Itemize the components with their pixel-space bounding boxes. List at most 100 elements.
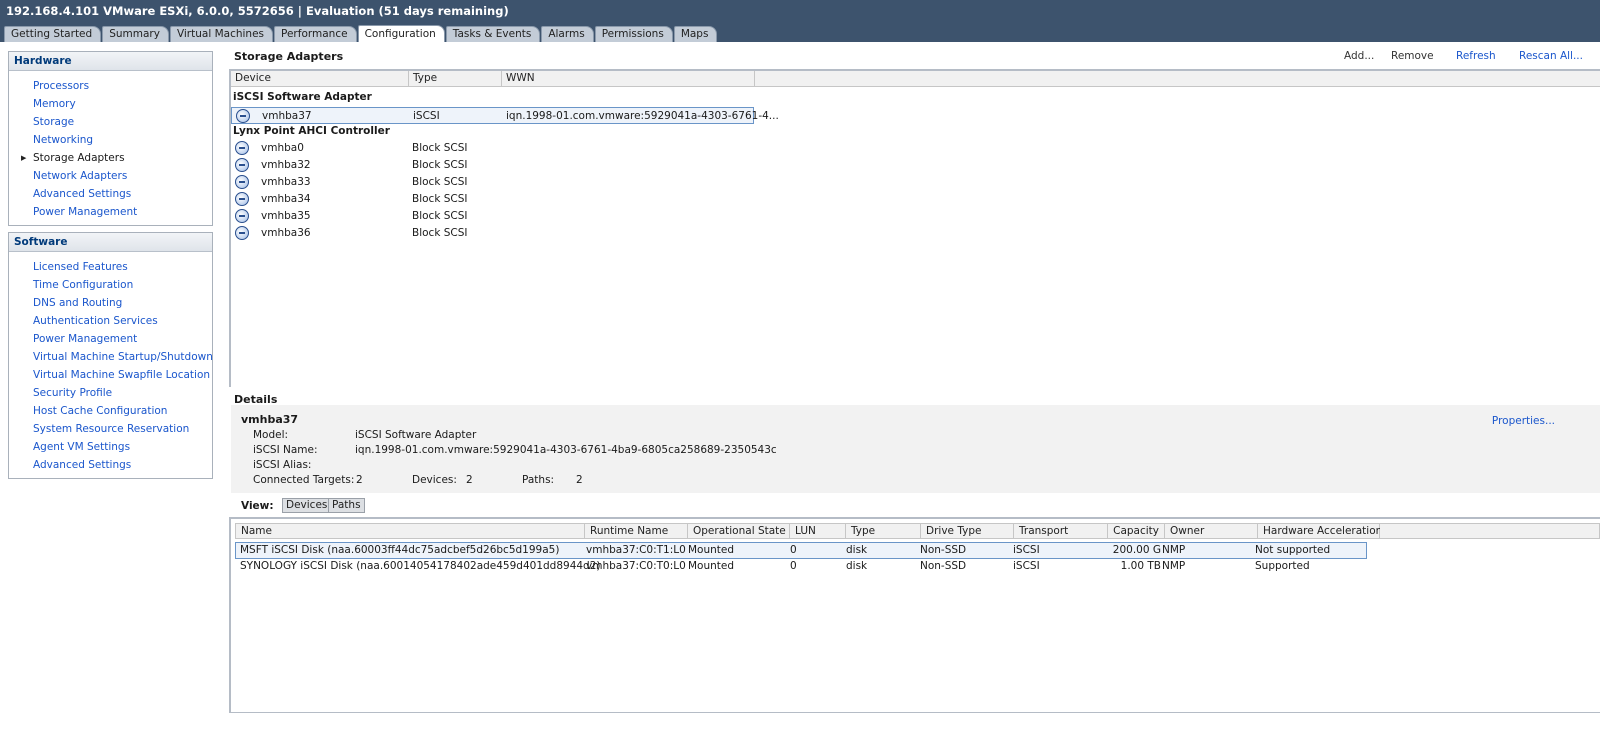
column-header-drive-type[interactable]: Drive Type — [921, 523, 1014, 539]
sidebar-item-power-management[interactable]: Power Management — [9, 203, 212, 221]
tab-maps[interactable]: Maps — [673, 26, 718, 42]
sidebar-item-vm-swapfile-location[interactable]: Virtual Machine Swapfile Location — [9, 366, 212, 384]
adapter-device: vmhba36 — [261, 227, 311, 239]
column-header-operational-state[interactable]: Operational State — [688, 523, 790, 539]
view-paths-button[interactable]: Paths — [328, 498, 365, 513]
tab-configuration[interactable]: Configuration — [357, 25, 445, 42]
devices-count-label: Devices: — [412, 474, 457, 486]
column-header-capacity[interactable]: Capacity — [1108, 523, 1165, 539]
column-header-wwn[interactable]: WWN — [502, 71, 755, 87]
device-lun: 0 — [790, 544, 797, 556]
column-header-runtime-name[interactable]: Runtime Name — [585, 523, 688, 539]
sidebar-item-licensed-features[interactable]: Licensed Features — [9, 258, 212, 276]
column-header-owner[interactable]: Owner — [1165, 523, 1258, 539]
adapter-device: vmhba33 — [261, 176, 311, 188]
sidebar-item-security-profile[interactable]: Security Profile — [9, 384, 212, 402]
view-toggle-bar: View: Devices Paths — [231, 497, 1600, 517]
sidebar-item-authentication-services[interactable]: Authentication Services — [9, 312, 212, 330]
storage-adapter-icon — [235, 158, 249, 172]
tab-strip: Getting Started Summary Virtual Machines… — [4, 25, 718, 42]
adapter-device: vmhba32 — [261, 159, 311, 171]
selected-arrow-icon: ▶ — [21, 154, 27, 162]
hardware-section: Hardware Processors Memory Storage Netwo… — [8, 51, 213, 226]
device-drive-type: Non-SSD — [920, 560, 967, 572]
sidebar-item-dns-routing[interactable]: DNS and Routing — [9, 294, 212, 312]
device-runtime-name: vmhba37:C0:T0:L0 — [586, 560, 686, 572]
column-header-transport[interactable]: Transport — [1014, 523, 1108, 539]
device-hardware-acceleration: Not supported — [1255, 544, 1331, 556]
sidebar-item-agent-vm-settings[interactable]: Agent VM Settings — [9, 438, 212, 456]
sidebar-item-network-adapters[interactable]: Network Adapters — [9, 167, 212, 185]
device-row[interactable]: MSFT iSCSI Disk (naa.60003ff44dc75adcbef… — [235, 542, 1367, 559]
sidebar-item-processors[interactable]: Processors — [9, 77, 212, 95]
tab-virtual-machines[interactable]: Virtual Machines — [169, 26, 274, 42]
sidebar-item-advanced-settings[interactable]: Advanced Settings — [9, 185, 212, 203]
adapter-row-vmhba35[interactable]: vmhba35 Block SCSI — [231, 208, 754, 225]
connected-targets-value: 2 — [356, 474, 363, 486]
sidebar-item-label: Storage Adapters — [33, 152, 125, 164]
device-owner: NMP — [1162, 560, 1186, 572]
title-bar: 192.168.4.101 VMware ESXi, 6.0.0, 557265… — [0, 0, 1600, 42]
paths-count-label: Paths: — [522, 474, 555, 486]
model-label: Model: — [253, 429, 289, 441]
column-header-filler — [1380, 523, 1600, 539]
adapter-type: Block SCSI — [412, 159, 468, 171]
sidebar-item-storage[interactable]: Storage — [9, 113, 212, 131]
device-hardware-acceleration: Supported — [1255, 560, 1310, 572]
column-header-lun[interactable]: LUN — [790, 523, 846, 539]
tab-tasks-events[interactable]: Tasks & Events — [445, 26, 541, 42]
adapter-row-vmhba34[interactable]: vmhba34 Block SCSI — [231, 191, 754, 208]
storage-adapter-icon — [235, 141, 249, 155]
sidebar-item-system-resource-reservation[interactable]: System Resource Reservation — [9, 420, 212, 438]
device-name: SYNOLOGY iSCSI Disk (naa.60014054178402a… — [240, 560, 601, 572]
details-adapter-name: vmhba37 — [241, 413, 299, 426]
adapter-wwn: iqn.1998-01.com.vmware:5929041a-4303-676… — [506, 110, 779, 122]
add-button[interactable]: Add... — [1344, 50, 1374, 62]
refresh-button[interactable]: Refresh — [1456, 50, 1496, 62]
adapter-row-vmhba36[interactable]: vmhba36 Block SCSI — [231, 225, 754, 242]
devices-table: Name Runtime Name Operational State LUN … — [229, 517, 1600, 713]
adapter-row-vmhba33[interactable]: vmhba33 Block SCSI — [231, 174, 754, 191]
properties-link[interactable]: Properties... — [1492, 415, 1555, 427]
view-devices-button[interactable]: Devices — [282, 498, 332, 513]
tab-alarms[interactable]: Alarms — [541, 26, 594, 42]
device-operational-state: Mounted — [688, 560, 735, 572]
tab-performance[interactable]: Performance — [274, 26, 357, 42]
column-header-type[interactable]: Type — [846, 523, 921, 539]
adapter-type: Block SCSI — [412, 210, 468, 222]
column-header-type[interactable]: Type — [409, 71, 502, 87]
column-header-device[interactable]: Device — [231, 71, 409, 87]
adapter-device: vmhba0 — [261, 142, 304, 154]
tab-summary[interactable]: Summary — [102, 26, 169, 42]
adapter-type: Block SCSI — [412, 227, 468, 239]
adapter-row-vmhba0[interactable]: vmhba0 Block SCSI — [231, 140, 754, 157]
sidebar-item-time-configuration[interactable]: Time Configuration — [9, 276, 212, 294]
tab-getting-started[interactable]: Getting Started — [4, 26, 102, 42]
device-type: disk — [846, 560, 868, 572]
sidebar-item-memory[interactable]: Memory — [9, 95, 212, 113]
remove-button[interactable]: Remove — [1391, 50, 1434, 62]
sidebar-item-networking[interactable]: Networking — [9, 131, 212, 149]
iscsi-alias-label: iSCSI Alias: — [253, 459, 312, 471]
rescan-all-button[interactable]: Rescan All... — [1519, 50, 1583, 62]
device-row[interactable]: SYNOLOGY iSCSI Disk (naa.60014054178402a… — [235, 559, 1367, 576]
view-label: View: — [241, 500, 274, 512]
tab-permissions[interactable]: Permissions — [594, 26, 673, 42]
adapter-row-vmhba32[interactable]: vmhba32 Block SCSI — [231, 157, 754, 174]
adapter-device: vmhba35 — [261, 210, 311, 222]
storage-adapter-icon — [235, 209, 249, 223]
storage-adapters-title: Storage Adapters — [234, 50, 344, 63]
sidebar-item-host-cache-configuration[interactable]: Host Cache Configuration — [9, 402, 212, 420]
device-name: MSFT iSCSI Disk (naa.60003ff44dc75adcbef… — [240, 544, 560, 556]
sidebar-item-vm-startup-shutdown[interactable]: Virtual Machine Startup/Shutdown — [9, 348, 213, 366]
sidebar-item-power-management-sw[interactable]: Power Management — [9, 330, 212, 348]
adapter-row-vmhba37[interactable]: vmhba37 iSCSI iqn.1998-01.com.vmware:592… — [231, 107, 779, 124]
sidebar-item-storage-adapters[interactable]: ▶ Storage Adapters — [9, 149, 212, 167]
sidebar-item-advanced-settings-sw[interactable]: Advanced Settings — [9, 456, 212, 474]
adapter-type: iSCSI — [413, 110, 440, 122]
column-header-name[interactable]: Name — [235, 523, 585, 539]
storage-adapters-list: Device Type WWN iSCSI Software Adapter v… — [229, 69, 1600, 387]
device-capacity: 1.00 TB — [1120, 560, 1161, 572]
column-header-hardware-acceleration[interactable]: Hardware Acceleration — [1258, 523, 1382, 539]
model-value: iSCSI Software Adapter — [355, 429, 477, 441]
